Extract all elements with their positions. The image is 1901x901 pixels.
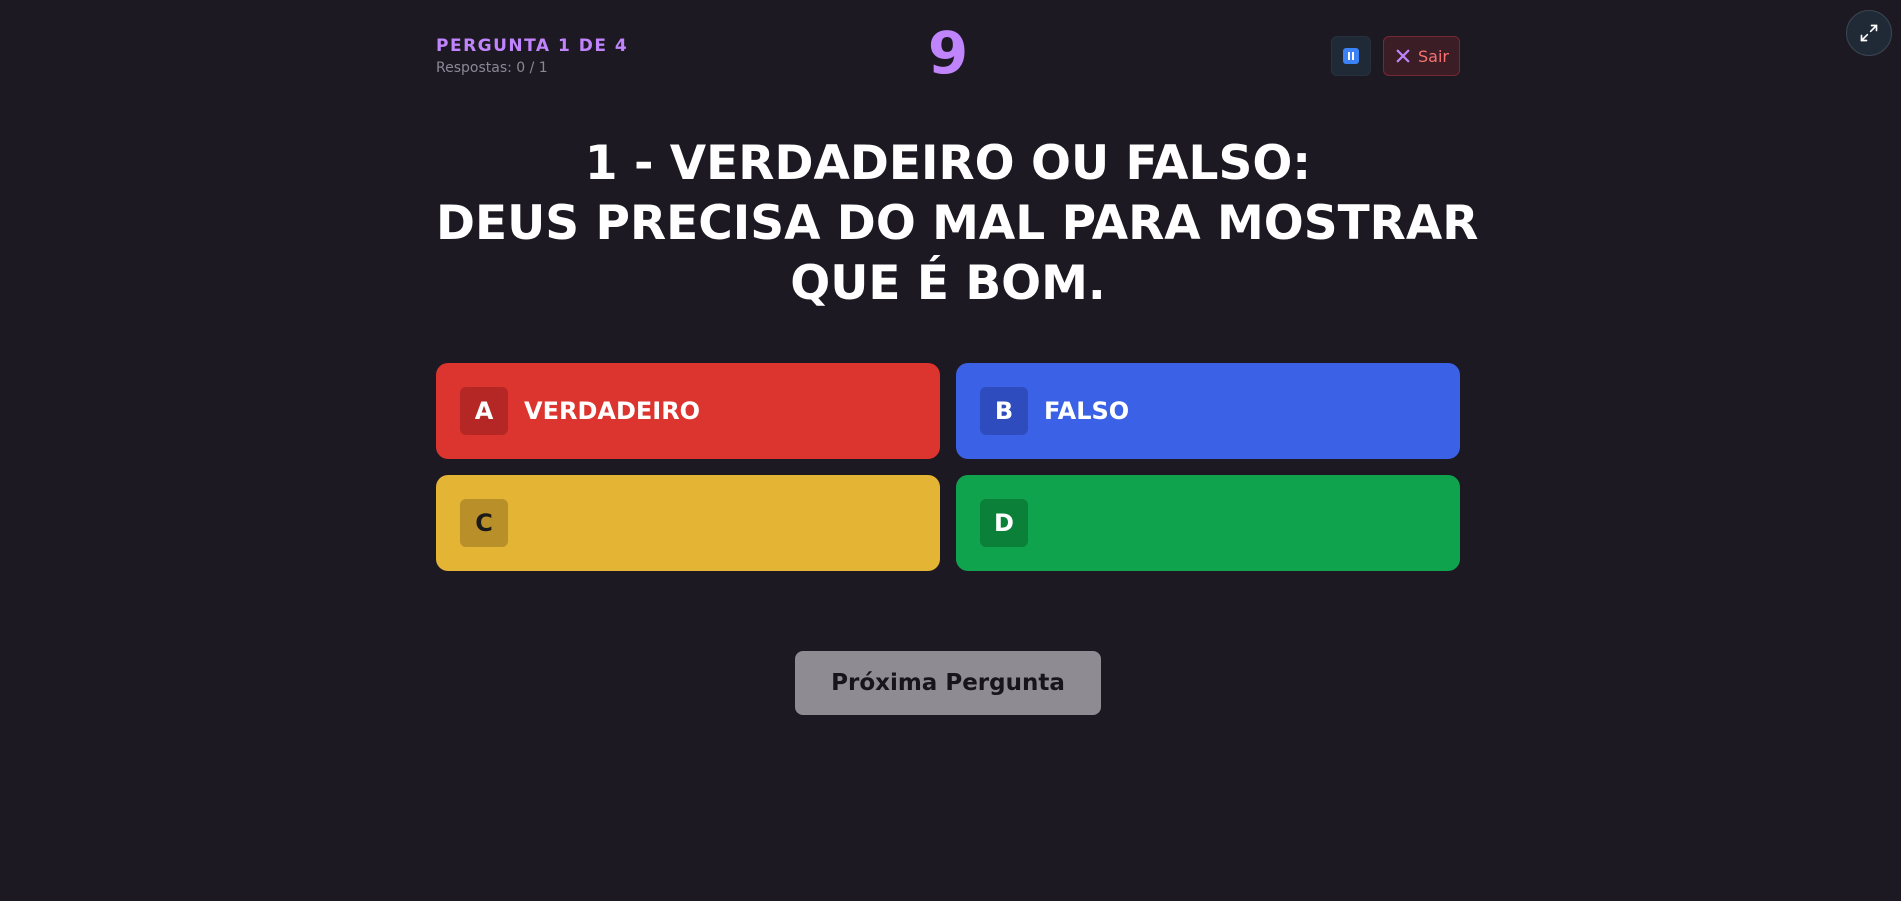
question-line: 1 - VERDADEIRO OU FALSO: — [584, 136, 1312, 191]
question-text: 1 - VERDADEIRO OU FALSO: DEUS PRECISA DO… — [436, 134, 1479, 314]
option-letter: A — [460, 387, 508, 435]
option-text: VERDADEIRO — [524, 397, 701, 425]
header-actions: Sair — [1331, 36, 1460, 76]
close-icon — [1396, 49, 1410, 63]
exit-button[interactable]: Sair — [1383, 36, 1460, 76]
quiz-header: PERGUNTA 1 DE 4 Respostas: 0 / 1 9 Sair — [436, 21, 1460, 90]
option-a-button[interactable]: A VERDADEIRO — [436, 363, 940, 459]
pause-icon — [1343, 48, 1360, 64]
option-letter: C — [460, 499, 508, 547]
next-question-button[interactable]: Próxima Pergunta — [795, 651, 1101, 715]
option-d-button[interactable]: D — [956, 475, 1460, 571]
exit-label: Sair — [1418, 46, 1449, 66]
question-line: QUE É BOM. — [790, 256, 1106, 311]
option-letter: D — [980, 499, 1028, 547]
option-letter: B — [980, 387, 1028, 435]
option-c-button[interactable]: C — [436, 475, 940, 571]
quiz-screen: PERGUNTA 1 DE 4 Respostas: 0 / 1 9 Sair … — [0, 0, 1901, 901]
question-line: DEUS PRECISA DO MAL PARA MOSTRAR — [436, 196, 1479, 251]
answer-options: A VERDADEIRO B FALSO C D — [436, 363, 1460, 571]
option-text: FALSO — [1044, 397, 1130, 425]
pause-button[interactable] — [1331, 36, 1372, 76]
expand-icon — [1860, 24, 1878, 42]
fullscreen-button[interactable] — [1846, 10, 1892, 56]
answers-count: Respostas: 0 / 1 — [436, 60, 548, 76]
question-counter: PERGUNTA 1 DE 4 — [436, 36, 629, 56]
option-b-button[interactable]: B FALSO — [956, 363, 1460, 459]
